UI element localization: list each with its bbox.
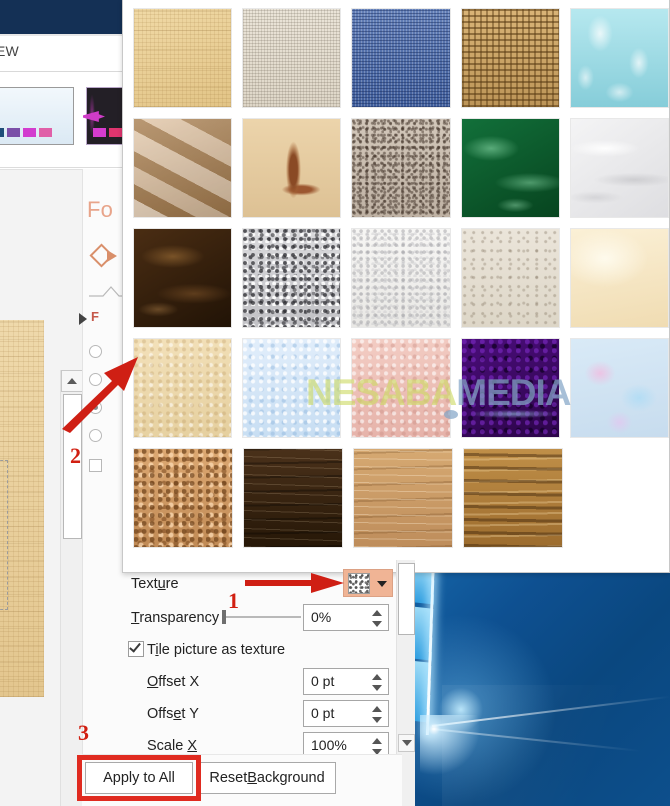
chevron-down-icon <box>401 740 412 746</box>
texture-swatch-granite[interactable] <box>242 228 342 328</box>
offset-x-spinner[interactable]: 0 pt <box>303 668 389 695</box>
texture-swatch-sand[interactable] <box>351 118 451 218</box>
tile-picture-label: Tile picture as texture <box>147 642 286 658</box>
texture-swatch-paper-bag[interactable] <box>133 118 233 218</box>
texture-swatch-water-droplets[interactable] <box>569 8 670 108</box>
texture-swatch-white-marble[interactable] <box>569 118 670 218</box>
spinner-up-icon[interactable] <box>372 706 382 712</box>
theme-color-swatch <box>0 128 4 137</box>
ribbon-tab-strip: EW <box>0 36 122 72</box>
spinner-down-icon[interactable] <box>372 717 382 723</box>
theme-thumbnail-light[interactable] <box>0 87 74 145</box>
spinner-up-icon[interactable] <box>372 674 382 680</box>
spinner-down-icon[interactable] <box>372 685 382 691</box>
texture-swatch-bouquet[interactable] <box>569 338 670 438</box>
chevron-down-icon <box>377 581 387 587</box>
texture-swatch-preview-icon <box>348 573 370 594</box>
transparency-value: 0% <box>311 609 332 625</box>
ribbon-theme-gallery <box>0 73 176 168</box>
tab-view[interactable]: EW <box>0 43 19 59</box>
texture-gallery-row <box>133 228 670 328</box>
texture-swatch-papyrus[interactable] <box>133 8 233 108</box>
spinner-down-icon[interactable] <box>372 621 382 627</box>
texture-swatch-parchment[interactable] <box>569 228 670 328</box>
theme-color-swatch <box>7 128 20 137</box>
texture-swatch-recycled-paper[interactable] <box>460 228 560 328</box>
apply-to-all-highlight-box <box>77 755 201 801</box>
scale-x-label: Scale X <box>147 738 197 754</box>
reset-background-button[interactable]: Reset Background <box>198 762 336 794</box>
annotation-arrow-1 <box>245 573 344 593</box>
theme-thumbnail-swoosh <box>83 111 105 122</box>
transparency-slider-knob[interactable] <box>222 610 226 624</box>
annotation-arrow-2 <box>62 357 138 433</box>
spinner-up-icon[interactable] <box>372 610 382 616</box>
paint-bucket-icon[interactable] <box>89 243 117 271</box>
format-background-pane-title: Fo <box>87 197 114 222</box>
powerpoint-title-bar <box>0 0 122 34</box>
theme-color-swatch <box>109 128 122 137</box>
texture-gallery-dropdown[interactable]: NESABAMEDIA <box>122 0 670 573</box>
wallpaper-lens-flare <box>420 715 510 805</box>
texture-swatch-stationery[interactable] <box>133 338 233 438</box>
texture-swatch-blue-tissue-paper[interactable] <box>242 338 342 438</box>
section-collapse-icon[interactable] <box>79 313 87 325</box>
screen-root: EW ▲▲ ▼▼ <box>0 0 670 806</box>
texture-swatch-fish-fossil[interactable] <box>242 118 342 218</box>
format-pane-scroll-down-button[interactable] <box>398 734 415 752</box>
transparency-slider-track[interactable] <box>223 616 301 618</box>
theme-color-swatch <box>39 128 52 137</box>
texture-swatch-cork[interactable] <box>133 448 233 548</box>
offset-y-value: 0 pt <box>311 705 335 721</box>
theme-color-swatch <box>93 128 106 137</box>
texture-swatch-woven-mat[interactable] <box>460 8 560 108</box>
tile-picture-checkbox[interactable] <box>128 640 144 657</box>
spinner-up-icon[interactable] <box>372 738 382 744</box>
offset-x-label: Offset X <box>147 674 200 690</box>
offset-y-spinner[interactable]: 0 pt <box>303 700 389 727</box>
offset-x-value: 0 pt <box>311 673 335 689</box>
windows-desktop-wallpaper <box>402 565 670 806</box>
texture-gallery-row <box>133 8 670 108</box>
texture-swatch-green-marble[interactable] <box>460 118 560 218</box>
texture-swatch-pink-tissue-paper[interactable] <box>351 338 451 438</box>
slide-text-placeholder[interactable] <box>0 460 8 610</box>
texture-swatch-oak[interactable] <box>353 448 453 548</box>
check-icon <box>129 640 141 653</box>
texture-swatch-canvas[interactable] <box>242 8 342 108</box>
transparency-label: Transparency <box>131 610 220 626</box>
texture-gallery-row <box>133 118 670 218</box>
texture-swatch-walnut[interactable] <box>243 448 343 548</box>
annotation-number-1: 1 <box>228 588 239 613</box>
texture-swatch-newsprint[interactable] <box>351 228 451 328</box>
hide-background-graphics-checkbox[interactable] <box>89 459 102 472</box>
theme-color-swatch <box>23 128 36 137</box>
texture-dropdown-button[interactable] <box>343 569 393 597</box>
fill-section-heading: F <box>91 309 99 324</box>
texture-gallery-row <box>133 338 670 438</box>
annotation-number-2: 2 <box>70 443 81 468</box>
scale-x-value: 100% <box>311 737 347 753</box>
format-pane-scrollbar-thumb[interactable] <box>398 563 415 635</box>
texture-swatch-denim[interactable] <box>351 8 451 108</box>
offset-y-label: Offset Y <box>147 706 199 722</box>
texture-swatch-brown-marble[interactable] <box>133 228 233 328</box>
transparency-spinner[interactable]: 0% <box>303 604 389 631</box>
texture-gallery-row <box>133 448 669 548</box>
texture-swatch-purple-mesh[interactable] <box>460 338 560 438</box>
texture-swatch-medium-wood[interactable] <box>463 448 563 548</box>
annotation-number-3: 3 <box>78 720 89 745</box>
texture-label: Texture <box>131 576 179 592</box>
